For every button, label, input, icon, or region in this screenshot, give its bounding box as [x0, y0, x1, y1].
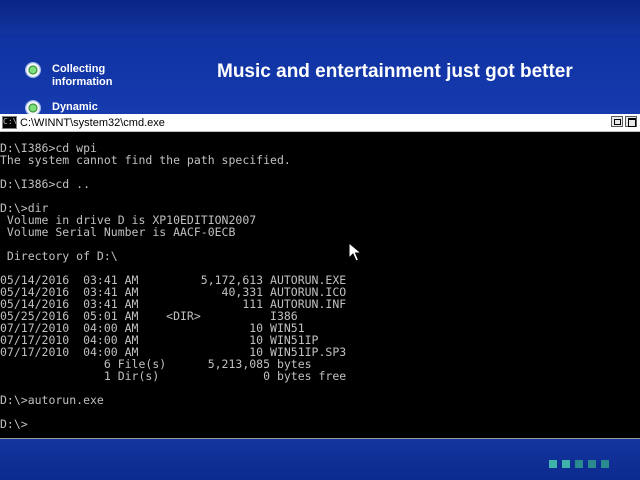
step-label: Dynamic: [52, 101, 98, 114]
setup-step-dynamic: Dynamic: [26, 101, 98, 115]
window-controls: [611, 116, 637, 127]
console-line: Volume Serial Number is AACF-0ECB: [0, 225, 236, 239]
console-line: 1 Dir(s) 0 bytes free: [0, 369, 347, 383]
step-label-line: Collecting: [52, 63, 106, 75]
step-label-line: information: [52, 76, 113, 88]
step-label-line: Dynamic: [52, 101, 98, 113]
setup-top-band: [0, 0, 640, 34]
console-line: D:\>autorun.exe: [0, 393, 104, 407]
setup-bottom-band: [0, 438, 640, 480]
progress-dot: [601, 460, 609, 468]
cmd-window[interactable]: C:\ C:\WINNT\system32\cmd.exe D:\I386>cd…: [0, 114, 640, 438]
mouse-pointer-icon: [348, 242, 362, 262]
progress-dot: [562, 460, 570, 468]
console-line: The system cannot find the path specifie…: [0, 153, 291, 167]
progress-dot: [575, 460, 583, 468]
setup-step-collecting: Collecting information: [26, 63, 113, 89]
cmd-titlebar[interactable]: C:\ C:\WINNT\system32\cmd.exe: [0, 114, 640, 132]
step-label: Collecting information: [52, 63, 113, 89]
maximize-button[interactable]: [625, 116, 637, 127]
step-bullet-icon: [26, 101, 40, 115]
progress-dot: [549, 460, 557, 468]
console-line: D:\I386>cd ..: [0, 177, 91, 191]
restore-button[interactable]: [611, 116, 623, 127]
progress-dots: [549, 460, 609, 468]
console-line: D:\>: [0, 417, 28, 431]
cmd-icon[interactable]: C:\: [2, 116, 17, 129]
setup-headline: Music and entertainment just got better: [217, 61, 573, 82]
console-output[interactable]: D:\I386>cd wpi The system cannot find the…: [0, 142, 640, 430]
window-title: C:\WINNT\system32\cmd.exe: [20, 116, 165, 129]
progress-dot: [588, 460, 596, 468]
step-bullet-icon: [26, 63, 40, 77]
console-line: Directory of D:\: [0, 249, 118, 263]
